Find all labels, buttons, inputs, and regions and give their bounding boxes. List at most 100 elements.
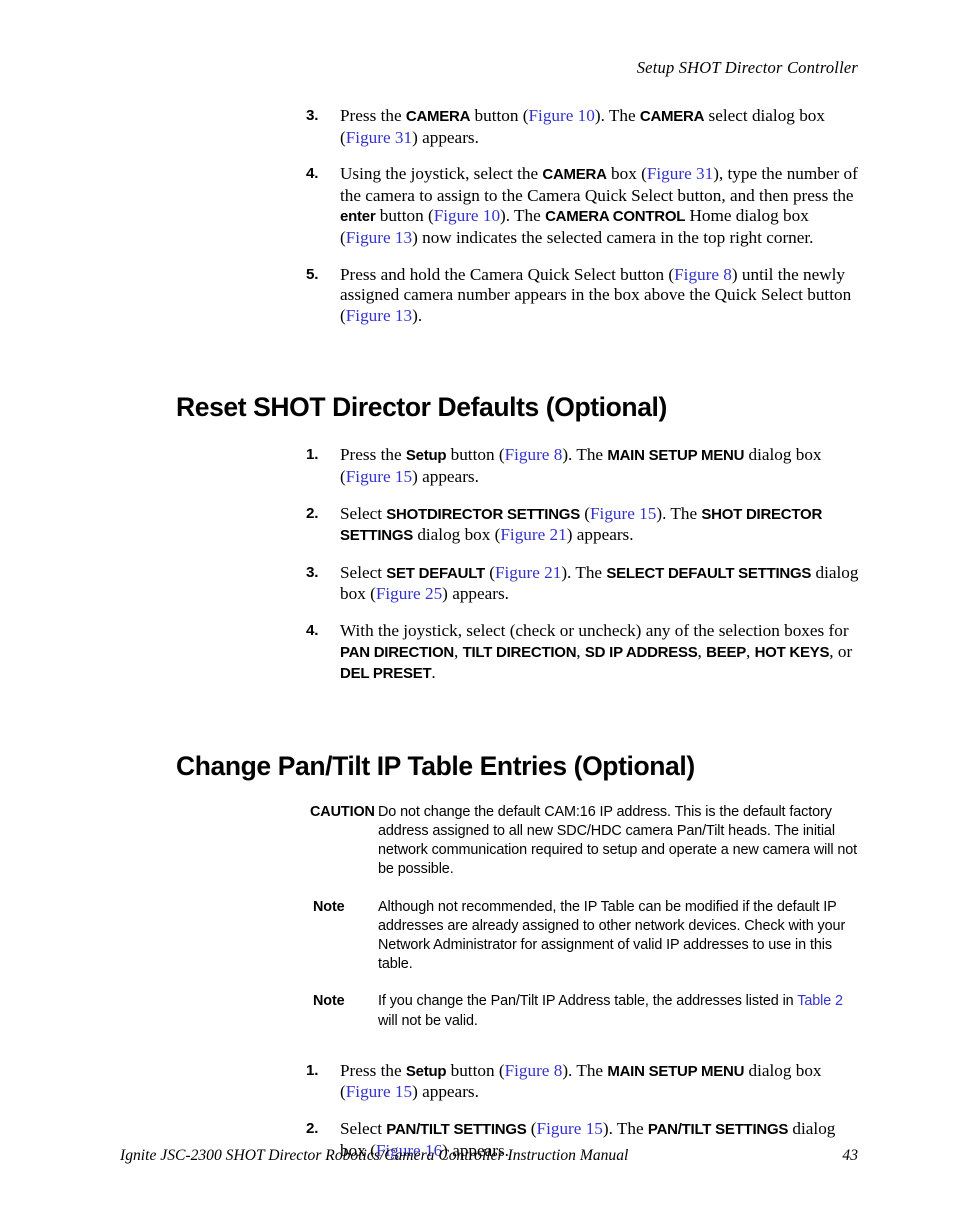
cross-reference-link[interactable]: Figure 13 [346,306,412,325]
procedure-step: 1. Press the Setup button (Figure 8). The… [0,445,954,487]
text-run: Press the [340,445,406,465]
admonition-label: Note [313,993,345,1010]
text-run: ). The [594,106,640,125]
text-run: Press and hold the Camera Quick Select b… [340,264,675,284]
cross-reference-link[interactable]: Figure 31 [647,164,713,183]
step-text: Select SHOTDIRECTOR SETTINGS (Figure 15)… [340,504,862,547]
cross-reference-link[interactable]: Figure 25 [376,584,442,603]
admonition-body: Although not recommended, the IP Table c… [378,898,858,975]
text-run: Using the joystick, select the [340,164,543,184]
cross-reference-link[interactable]: Figure 15 [590,504,656,523]
cross-reference-link[interactable]: Figure 8 [505,445,563,464]
bold-term: enter [340,208,376,226]
bold-term: SHOTDIRECTOR SETTINGS [386,505,580,523]
step-number: 3. [306,563,319,581]
document-page: Setup SHOT Director Controller 3. Press t… [0,0,954,1227]
text-run: ). [412,305,423,325]
cross-reference-link[interactable]: Figure 31 [346,128,412,147]
text-run: ). The [656,503,702,523]
text-run: , [697,641,707,661]
footer-manual-title: Ignite JSC-2300 SHOT Director Robotics/C… [120,1147,629,1164]
text-run: button ( [375,206,434,226]
text-run: ) appears. [412,1082,479,1102]
text-run: Select [340,562,387,582]
cross-reference-link[interactable]: Figure 10 [528,106,594,125]
bold-term: BEEP [706,643,746,661]
bold-term: Setup [405,1062,447,1080]
step-text: Press the Setup button (Figure 8). The M… [340,445,862,487]
text-run: ). The [562,1060,608,1080]
text-run: ( [484,562,495,582]
bold-term: Setup [405,447,447,465]
bold-term: MAIN SETUP MENU [607,1062,745,1080]
step-number: 2. [306,1119,319,1137]
text-run: If you change the Pan/Tilt IP Address ta… [378,993,798,1010]
text-run: ). The [561,562,607,582]
admonition-note: Note Although not recommended, the IP Tab… [0,898,954,975]
cross-reference-link[interactable]: Figure 13 [346,228,412,247]
text-run: ) now indicates the selected camera in t… [412,227,814,247]
bold-term: SELECT DEFAULT SETTINGS [606,564,812,582]
cross-reference-link[interactable]: Figure 21 [500,525,566,544]
cross-reference-link[interactable]: Figure 8 [674,265,732,284]
admonition-label: Note [313,898,345,915]
cross-reference-link[interactable]: Figure 10 [434,206,500,225]
text-run: ) appears. [442,584,509,604]
step-text: Press and hold the Camera Quick Select b… [340,265,862,327]
step-text: Using the joystick, select the CAMERA bo… [340,164,862,248]
admonition-body: Do not change the default CAM:16 IP addr… [378,803,858,880]
procedure-step: 1. Press the Setup button (Figure 8). The… [0,1061,954,1103]
admonition-label: CAUTION [310,803,375,820]
bold-term: HOT KEYS [754,643,830,661]
cross-reference-link[interactable]: Figure 15 [537,1119,603,1138]
procedure-step: 3. Press the CAMERA button (Figure 10). T… [0,106,954,148]
step-number: 4. [306,621,319,639]
admonition-note: Note If you change the Pan/Tilt IP Addres… [0,992,954,1030]
page-content: 3. Press the CAMERA button (Figure 10). T… [0,106,954,1161]
text-run: ). The [562,445,608,465]
text-run: Select [340,1118,387,1138]
text-run: ) appears. [412,127,479,147]
text-run: button ( [446,445,505,465]
bold-term: SD IP ADDRESS [584,643,698,661]
cross-reference-link[interactable]: Figure 15 [346,467,412,486]
cross-reference-link[interactable]: Figure 8 [505,1061,563,1080]
bold-term: CAMERA CONTROL [545,208,686,226]
heading-reset-shot-director-defaults: Reset SHOT Director Defaults (Optional) [176,392,667,423]
cross-reference-link[interactable]: Figure 15 [346,1082,412,1101]
cross-reference-link[interactable]: Table 2 [797,993,843,1009]
procedure-step: 5. Press and hold the Camera Quick Select… [0,265,954,327]
bold-term: PAN DIRECTION [340,643,454,661]
bold-term: CAMERA [639,108,705,125]
step-text: With the joystick, select (check or unch… [340,621,862,685]
text-run: button ( [470,106,529,125]
procedure-step: 3. Select SET DEFAULT (Figure 21). The SE… [0,563,954,605]
step-number: 5. [306,265,319,283]
bold-term: CAMERA [542,166,607,184]
bold-term: CAMERA [405,108,471,125]
admonition-body: If you change the Pan/Tilt IP Address ta… [378,992,858,1030]
text-run: , or [829,641,853,661]
step-text: Select SET DEFAULT (Figure 21). The SELE… [340,563,862,605]
text-run: Press the [340,1060,406,1080]
step-number: 2. [306,504,319,522]
procedure-step: 2. Select SHOTDIRECTOR SETTINGS (Figure 1… [0,504,954,547]
text-run: With the joystick, select (check or unch… [340,620,849,640]
text-run: , [453,641,463,661]
step-number: 3. [306,107,319,124]
cross-reference-link[interactable]: Figure 21 [495,563,561,582]
admonition-caution: CAUTION Do not change the default CAM:16 … [0,803,954,880]
text-run: . [431,663,436,683]
step-number: 1. [306,1061,319,1079]
bold-term: MAIN SETUP MENU [607,447,745,465]
bold-term: SET DEFAULT [386,564,485,582]
procedure-list-top: 3. Press the CAMERA button (Figure 10). T… [0,106,954,326]
admonition-group: CAUTION Do not change the default CAM:16 … [0,803,954,1031]
procedure-step: 4. Using the joystick, select the CAMERA … [0,164,954,248]
procedure-step: 4. With the joystick, select (check or un… [0,621,954,685]
